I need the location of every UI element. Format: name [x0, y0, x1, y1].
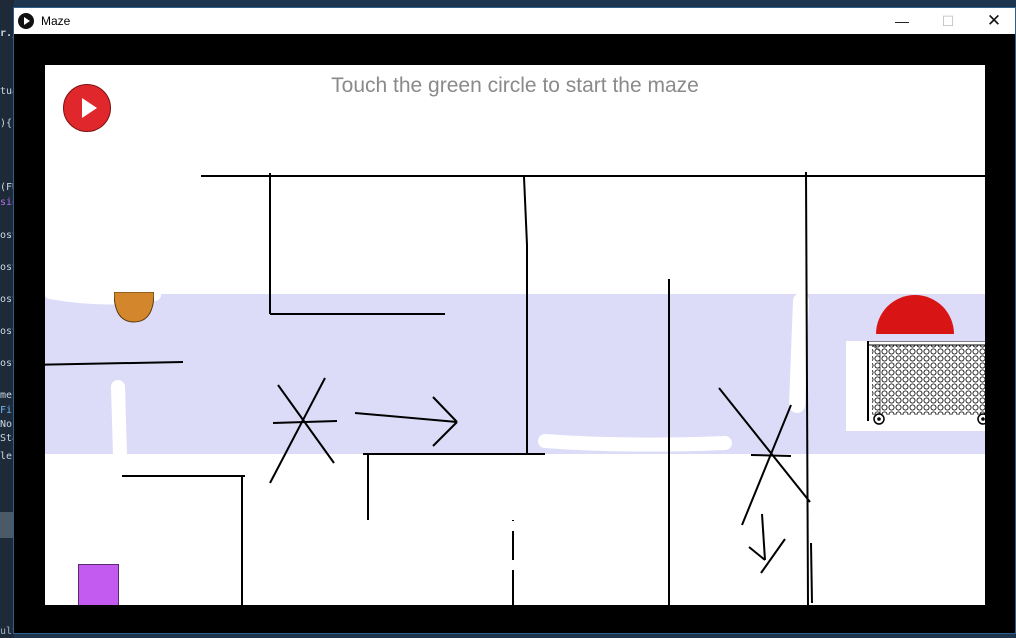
editor-fragment: Fil [0, 405, 14, 416]
ball-icon [114, 292, 154, 323]
editor-fragment: No: [0, 419, 14, 430]
minimize-button[interactable]: — [879, 8, 925, 34]
app-play-icon [18, 13, 34, 29]
wall-lines [45, 171, 985, 605]
maze-canvas[interactable]: Touch the green circle to start the maze [45, 65, 985, 605]
maze-window: Maze — ☐ ✕ Touch the green circle to sta… [13, 7, 1016, 634]
erased-strokes [45, 287, 809, 462]
editor-fragment: ost [0, 262, 14, 273]
title-bar[interactable]: Maze — ☐ ✕ [14, 8, 1015, 34]
maze-walls [45, 171, 985, 605]
editor-fragment: ost [0, 294, 14, 305]
editor-fragment: Sta [0, 433, 14, 444]
finish-circle-icon [876, 295, 954, 334]
maximize-button[interactable]: ☐ [925, 8, 971, 34]
editor-fragment: ){ [0, 118, 13, 129]
window-title: Maze [41, 14, 71, 28]
player-block[interactable] [78, 564, 119, 605]
editor-fragment: r.j [0, 28, 14, 39]
close-button[interactable]: ✕ [971, 8, 1016, 34]
editor-fragment: ost [0, 230, 14, 241]
editor-panel-band [0, 512, 14, 538]
editor-fragment: sio [0, 197, 14, 208]
editor-fragment: (FU [0, 182, 14, 193]
background-code-editor: r.j tua ){ (FU sio ost ost ost ost ost m… [0, 0, 14, 638]
editor-fragment: ost [0, 358, 14, 369]
editor-fragment: ults [0, 626, 14, 637]
editor-fragment: ost [0, 326, 14, 337]
editor-fragment: mer [0, 390, 14, 401]
editor-fragment: le [0, 451, 13, 462]
soccer-goal-icon [846, 340, 985, 431]
editor-fragment: tua [0, 86, 14, 97]
